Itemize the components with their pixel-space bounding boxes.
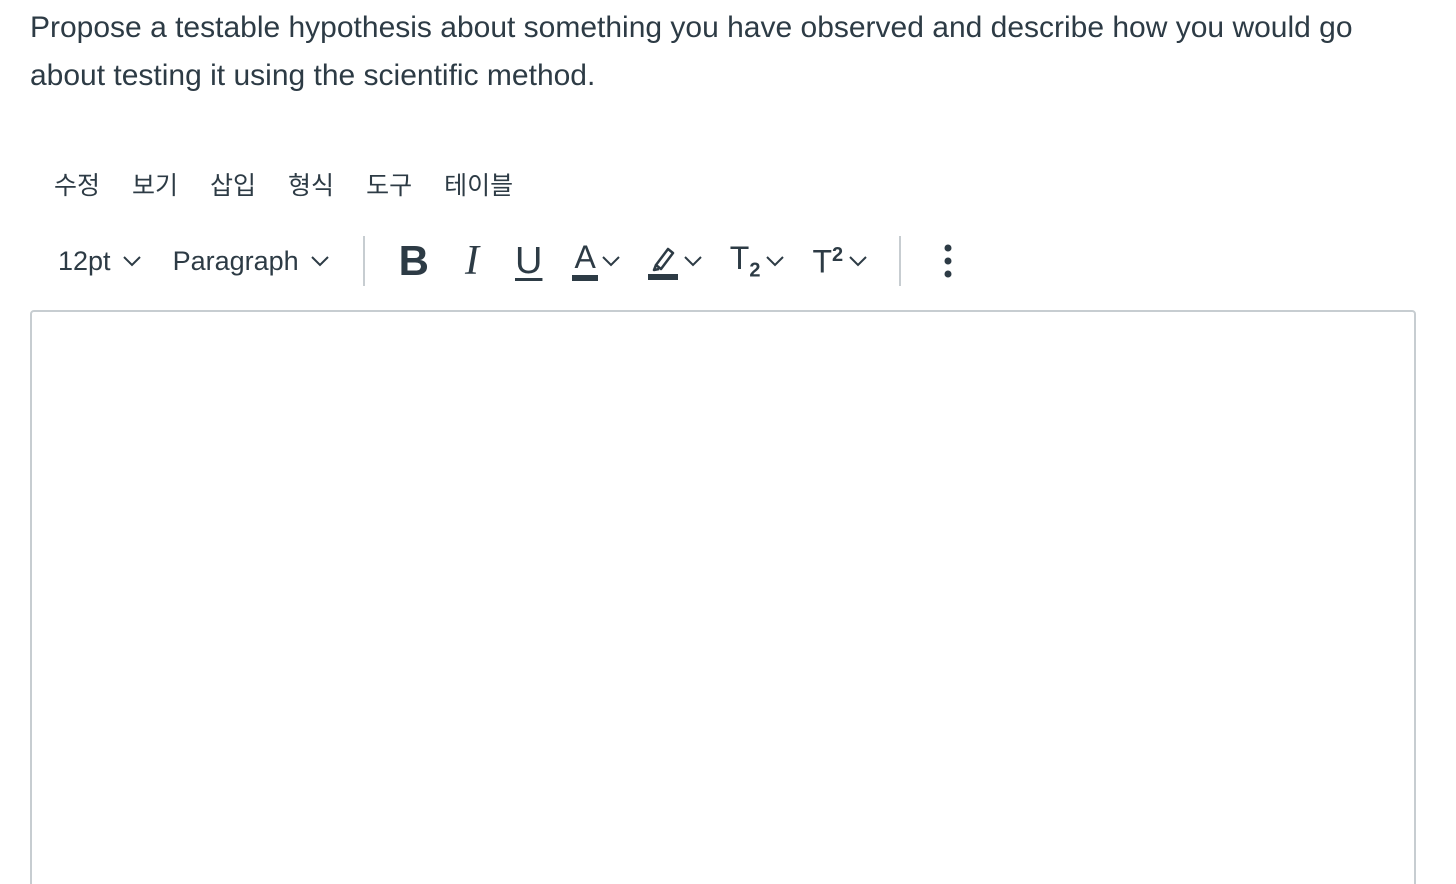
underline-button[interactable]: U [497, 234, 560, 288]
menu-edit[interactable]: 수정 [38, 160, 116, 208]
chevron-down-icon[interactable] [684, 255, 702, 267]
bold-button[interactable]: B [381, 234, 447, 288]
highlight-color-button[interactable] [634, 234, 716, 288]
highlighter-icon [647, 247, 678, 280]
underline-icon: U [515, 240, 543, 282]
subscript-icon: T2 [730, 242, 761, 280]
superscript-button[interactable]: T2 [798, 234, 881, 288]
menu-view[interactable]: 보기 [116, 160, 194, 208]
text-color-icon: A [572, 241, 599, 281]
text-color-button[interactable]: A [560, 234, 633, 288]
bold-icon: B [398, 237, 429, 284]
menu-insert[interactable]: 삽입 [194, 160, 272, 208]
chevron-down-icon [122, 256, 141, 267]
superscript-letter: T [812, 243, 833, 280]
block-format-value: Paragraph [172, 245, 299, 276]
superscript-icon: T2 [812, 245, 843, 278]
more-vertical-icon [944, 244, 952, 278]
italic-icon: I [465, 238, 479, 284]
block-format-select[interactable]: Paragraph [157, 234, 345, 288]
chevron-down-icon [310, 256, 329, 267]
subscript-mark: 2 [749, 259, 761, 282]
toolbar-separator [899, 236, 902, 286]
menu-table[interactable]: 테이블 [428, 160, 529, 208]
font-size-select[interactable]: 12pt [42, 234, 157, 288]
editor-menubar: 수정 보기 삽입 형식 도구 테이블 [38, 160, 529, 208]
page: Propose a testable hypothesis about some… [0, 0, 1456, 884]
subscript-letter: T [729, 239, 750, 276]
question-text: Propose a testable hypothesis about some… [30, 11, 1353, 92]
menu-format[interactable]: 형식 [272, 160, 350, 208]
chevron-down-icon[interactable] [849, 255, 867, 267]
font-size-value: 12pt [58, 245, 111, 276]
superscript-mark: 2 [832, 243, 844, 266]
chevron-down-icon[interactable] [602, 255, 620, 267]
chevron-down-icon[interactable] [766, 255, 785, 267]
subscript-button[interactable]: T2 [716, 234, 799, 288]
more-options-button[interactable] [917, 234, 977, 288]
rich-text-editor-area[interactable] [30, 310, 1416, 884]
italic-button[interactable]: I [447, 234, 497, 288]
toolbar-separator [362, 236, 365, 286]
editor-toolbar: 12pt Paragraph B I U A T2 T2 [42, 234, 977, 288]
menu-tools[interactable]: 도구 [350, 160, 428, 208]
